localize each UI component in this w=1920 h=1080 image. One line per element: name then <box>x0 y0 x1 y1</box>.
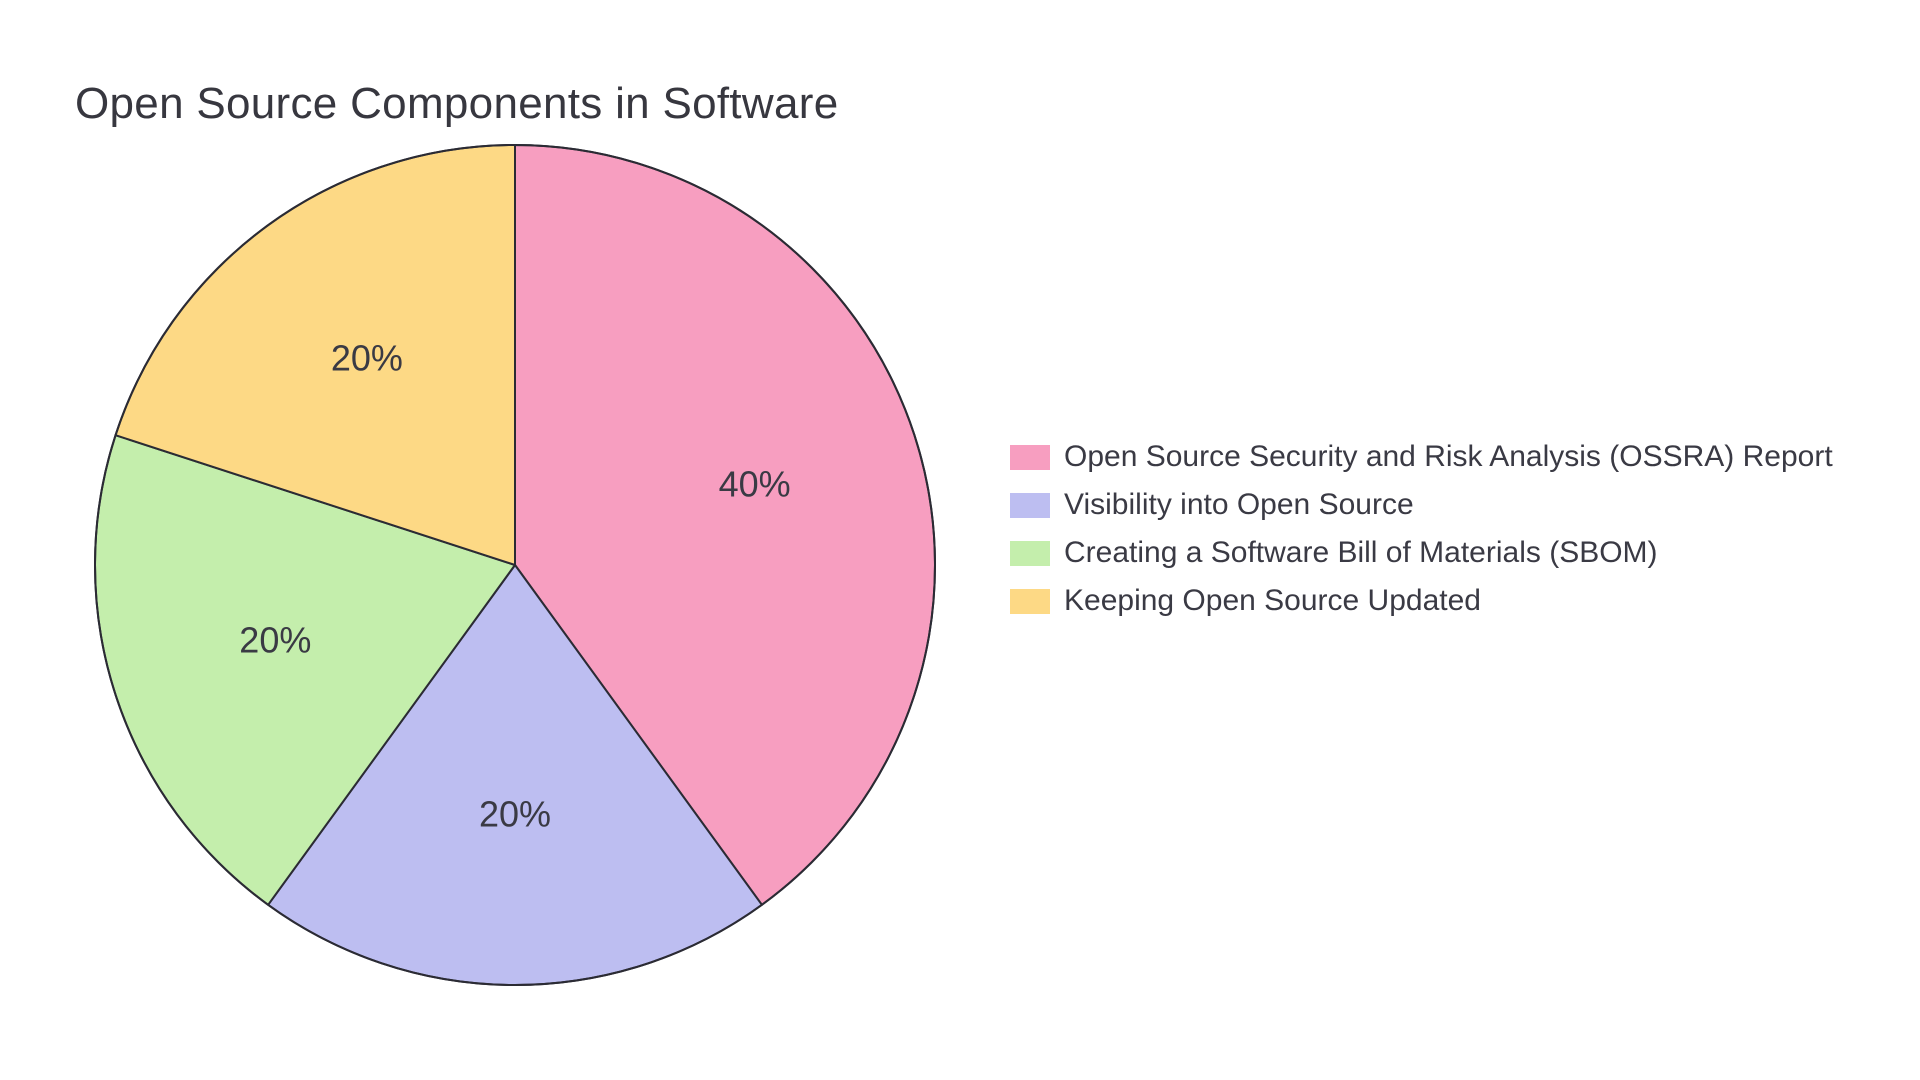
legend: Open Source Security and Risk Analysis (… <box>1010 440 1833 618</box>
legend-swatch <box>1010 589 1050 614</box>
pie-slice-label: 20% <box>239 619 311 660</box>
chart-title: Open Source Components in Software <box>75 79 839 129</box>
pie-svg: 40% 20% 20% 20% <box>75 125 955 1005</box>
chart-page: Open Source Components in Software 40% 20… <box>0 0 1920 1080</box>
legend-item: Open Source Security and Risk Analysis (… <box>1010 440 1833 474</box>
legend-label: Open Source Security and Risk Analysis (… <box>1064 440 1833 474</box>
legend-label: Creating a Software Bill of Materials (S… <box>1064 536 1658 570</box>
legend-label: Keeping Open Source Updated <box>1064 584 1481 618</box>
legend-item: Visibility into Open Source <box>1010 488 1833 522</box>
legend-swatch <box>1010 541 1050 566</box>
legend-item: Creating a Software Bill of Materials (S… <box>1010 536 1833 570</box>
pie-chart: 40% 20% 20% 20% <box>75 125 955 1005</box>
pie-slice-label: 40% <box>719 464 791 505</box>
legend-swatch <box>1010 445 1050 470</box>
pie-slice-label: 20% <box>479 794 551 835</box>
legend-item: Keeping Open Source Updated <box>1010 584 1833 618</box>
pie-slice-label: 20% <box>331 338 403 379</box>
legend-swatch <box>1010 493 1050 518</box>
legend-label: Visibility into Open Source <box>1064 488 1414 522</box>
